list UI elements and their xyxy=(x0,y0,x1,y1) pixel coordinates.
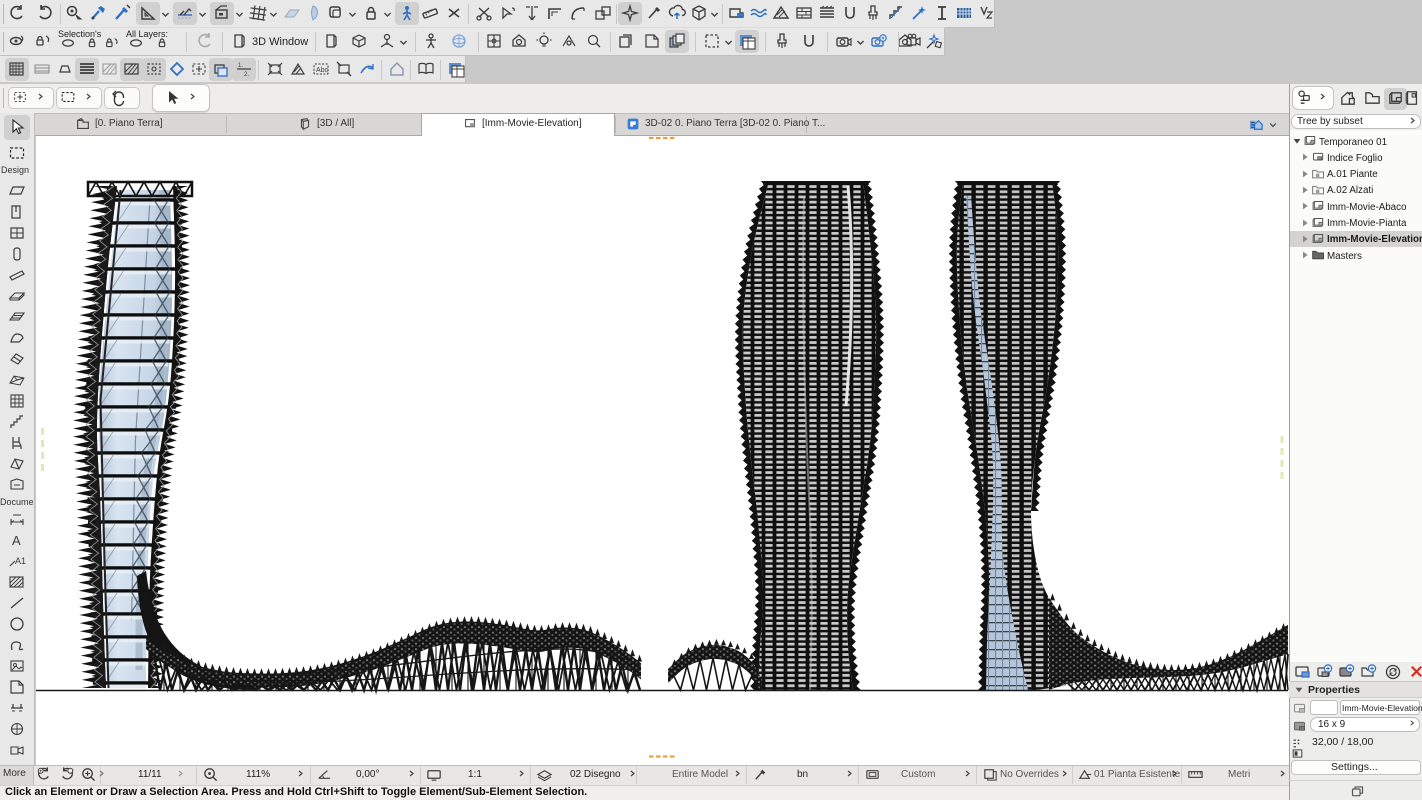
svg-text:A1: A1 xyxy=(15,556,26,566)
svg-text:A: A xyxy=(12,533,21,548)
svg-text:2.: 2. xyxy=(244,72,249,78)
svg-text:1.: 1. xyxy=(238,63,243,69)
svg-text:Abc: Abc xyxy=(316,67,329,74)
